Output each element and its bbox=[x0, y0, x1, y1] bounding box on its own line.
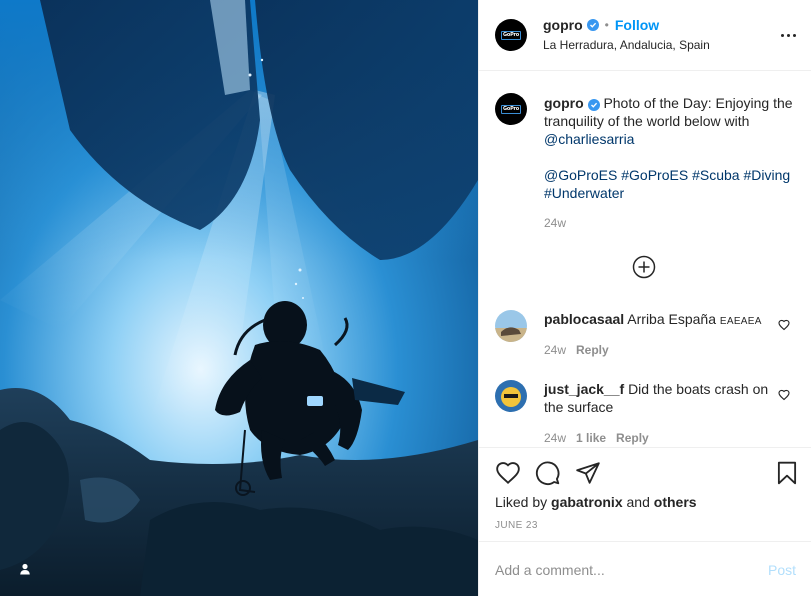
avatar[interactable] bbox=[495, 310, 527, 342]
caption-timestamp[interactable]: 24w bbox=[544, 216, 566, 230]
caption-username[interactable]: gopro bbox=[544, 95, 584, 111]
comment-text-suffix: EAEAEA bbox=[719, 316, 762, 327]
comment-input[interactable] bbox=[495, 560, 755, 580]
gopro-logo: GoPro bbox=[501, 30, 521, 40]
comment-username[interactable]: just_jack__f bbox=[544, 381, 624, 397]
post-username[interactable]: gopro bbox=[543, 17, 583, 33]
comment-likes-count[interactable]: 1 like bbox=[576, 431, 606, 445]
comment-timestamp[interactable]: 24w bbox=[544, 431, 566, 445]
post-details-panel: GoPro gopro • Follow La Herradura, Andal… bbox=[478, 0, 811, 596]
verified-badge-icon bbox=[587, 99, 600, 111]
share-paper-plane-icon[interactable] bbox=[575, 460, 601, 486]
hashtag-link[interactable]: #Scuba bbox=[692, 167, 739, 183]
likes-others-link[interactable]: others bbox=[654, 494, 697, 510]
post-header: GoPro gopro • Follow La Herradura, Andal… bbox=[479, 0, 811, 71]
like-heart-icon[interactable] bbox=[495, 460, 521, 486]
underwater-diver-image bbox=[0, 0, 478, 596]
separator-dot: • bbox=[604, 18, 609, 32]
hashtag-link[interactable]: @GoProES bbox=[544, 167, 617, 183]
hashtag-link[interactable]: #Diving bbox=[743, 167, 790, 183]
more-options-icon[interactable] bbox=[776, 26, 800, 44]
comment-item: pablocasaal Arriba España EAEAEA 24w Rep… bbox=[495, 310, 800, 370]
verified-badge-icon bbox=[586, 19, 599, 31]
caption-avatar[interactable]: GoPro bbox=[495, 93, 527, 125]
comment-like-heart-icon[interactable] bbox=[778, 318, 790, 331]
comment-text: Arriba España bbox=[627, 311, 716, 327]
avatar[interactable]: GoPro bbox=[495, 19, 527, 51]
hashtag-link[interactable]: #Underwater bbox=[544, 185, 624, 201]
follow-button[interactable]: Follow bbox=[615, 17, 659, 33]
post-comment-button[interactable]: Post bbox=[768, 562, 796, 578]
reply-button[interactable]: Reply bbox=[576, 343, 609, 357]
post-actions: Liked by gabatronix and others JUNE 23 bbox=[479, 447, 811, 541]
comment-timestamp[interactable]: 24w bbox=[544, 343, 566, 357]
add-comment-bar: Post bbox=[479, 541, 811, 596]
comment-item: just_jack__f Did the boats crash on the … bbox=[495, 380, 800, 447]
comment-like-heart-icon[interactable] bbox=[778, 388, 790, 401]
likes-prefix: Liked by bbox=[495, 494, 548, 510]
comment-bubble-icon[interactable] bbox=[535, 460, 561, 486]
post-caption: gopro Photo of the Day: Enjoying the tra… bbox=[544, 94, 796, 202]
likes-conjunction: and bbox=[626, 494, 650, 510]
likes-summary: Liked by gabatronix and others bbox=[495, 494, 697, 510]
hashtag-link[interactable]: #GoProES bbox=[621, 167, 688, 183]
gopro-logo: GoPro bbox=[501, 104, 521, 114]
save-bookmark-icon[interactable] bbox=[774, 460, 800, 486]
avatar[interactable] bbox=[495, 380, 527, 412]
post-photo[interactable] bbox=[0, 0, 478, 596]
post-date[interactable]: JUNE 23 bbox=[495, 520, 538, 531]
comment-username[interactable]: pablocasaal bbox=[544, 311, 624, 327]
location-link[interactable]: La Herradura, Andalucia, Spain bbox=[543, 38, 710, 52]
liked-by-user-link[interactable]: gabatronix bbox=[551, 494, 623, 510]
load-more-comments-icon[interactable] bbox=[632, 255, 656, 279]
reply-button[interactable]: Reply bbox=[616, 431, 649, 445]
comments-list[interactable]: GoPro gopro Photo of the Day: Enjoying t… bbox=[479, 71, 811, 447]
mention-link[interactable]: @charliesarria bbox=[544, 131, 634, 147]
tagged-user-icon[interactable] bbox=[12, 556, 38, 582]
